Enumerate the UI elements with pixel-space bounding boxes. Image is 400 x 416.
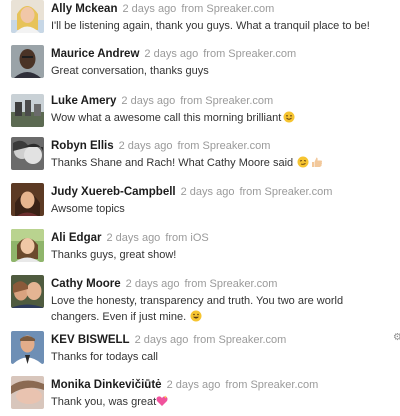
comment-time: 2 days ago — [121, 95, 176, 107]
comment-text: I'll be listening again, thank you guys.… — [51, 20, 370, 32]
avatar-ali-edgar[interactable] — [11, 229, 44, 262]
avatar-luke-amery[interactable] — [11, 94, 44, 127]
sparkling-heart-emoji — [156, 395, 168, 407]
comment-source: from iOS — [165, 232, 209, 244]
comment-text: Thanks for todays call — [51, 351, 158, 363]
comment-source: from Spreaker.com — [181, 3, 275, 15]
comment-source: from Spreaker.com — [225, 379, 319, 391]
comment-time: 2 days ago — [106, 232, 161, 244]
smirk-face-and-thumbs-up-emoji — [297, 156, 323, 168]
comment-source: from Spreaker.com — [203, 48, 297, 60]
comment-item: Cathy Moore 2 days ago from Spreaker.com L… — [0, 275, 400, 331]
comment-item: Ally Mckean 2 days ago from Spreaker.com I… — [0, 0, 400, 46]
comment-source: from Spreaker.com — [193, 334, 287, 346]
comment-time: 2 days ago — [144, 48, 199, 60]
comment-item: Maurice Andrew 2 days ago from Spreaker.co… — [0, 45, 400, 91]
comment-text: Wow what a awesome call this morning bri… — [51, 112, 282, 124]
grinning-face-emoji — [190, 310, 202, 322]
comment-author[interactable]: KEV BISWELL — [51, 334, 130, 346]
comment-item: Judy Xuereb-Campbell 2 days ago from Sprea… — [0, 183, 400, 229]
comment-text: Thanks guys, great show! — [51, 249, 177, 261]
comment-time: 2 days ago — [180, 186, 235, 198]
comment-time: 2 days ago — [125, 278, 180, 290]
comment-item: KEV BISWELL 2 days ago from Spreaker.com T… — [0, 331, 400, 377]
avatar-cathy-moore[interactable] — [11, 275, 44, 308]
comment-text: Thank you, was great — [51, 396, 157, 408]
avatar-monika-dinkeviciute[interactable] — [11, 376, 44, 409]
comment-time: 2 days ago — [134, 334, 189, 346]
comment-source: from Spreaker.com — [180, 95, 274, 107]
avatar-kev-biswell[interactable] — [11, 331, 44, 364]
comment-item: Ali Edgar 2 days ago from iOS Thanks guys,… — [0, 229, 400, 275]
comment-author[interactable]: Ally Mckean — [51, 3, 117, 15]
avatar-judy-xuereb-campbell[interactable] — [11, 183, 44, 216]
comment-author[interactable]: Judy Xuereb-Campbell — [51, 186, 176, 198]
comment-author[interactable]: Ali Edgar — [51, 232, 101, 244]
comment-source: from Spreaker.com — [239, 186, 333, 198]
gear-icon[interactable]: ⚙ — [393, 333, 400, 343]
comment-source: from Spreaker.com — [184, 278, 278, 290]
smiley-face-emoji — [283, 111, 295, 123]
comment-text: Thanks Shane and Rach! What Cathy Moore … — [51, 157, 294, 169]
avatar-maurice-andrew[interactable] — [11, 45, 44, 78]
comment-author[interactable]: Cathy Moore — [51, 278, 121, 290]
comment-text: Awsome topics — [51, 203, 125, 215]
avatar-ally-mckean[interactable] — [11, 0, 44, 33]
comment-item: Monika Dinkevičiūtė 2 days ago from Spreak… — [0, 376, 400, 416]
comment-time: 2 days ago — [118, 140, 173, 152]
comment-text: Great conversation, thanks guys — [51, 65, 209, 77]
avatar-robyn-ellis[interactable] — [11, 137, 44, 170]
comment-author[interactable]: Robyn Ellis — [51, 140, 114, 152]
comment-author[interactable]: Monika Dinkevičiūtė — [51, 379, 162, 391]
comment-item: Robyn Ellis 2 days ago from Spreaker.com T… — [0, 137, 400, 183]
comment-source: from Spreaker.com — [177, 140, 271, 152]
comment-author[interactable]: Luke Amery — [51, 95, 116, 107]
comment-time: 2 days ago — [166, 379, 221, 391]
comment-item: Luke Amery 2 days ago from Spreaker.com Wo… — [0, 92, 400, 138]
comment-author[interactable]: Maurice Andrew — [51, 48, 139, 60]
comment-time: 2 days ago — [122, 3, 177, 15]
